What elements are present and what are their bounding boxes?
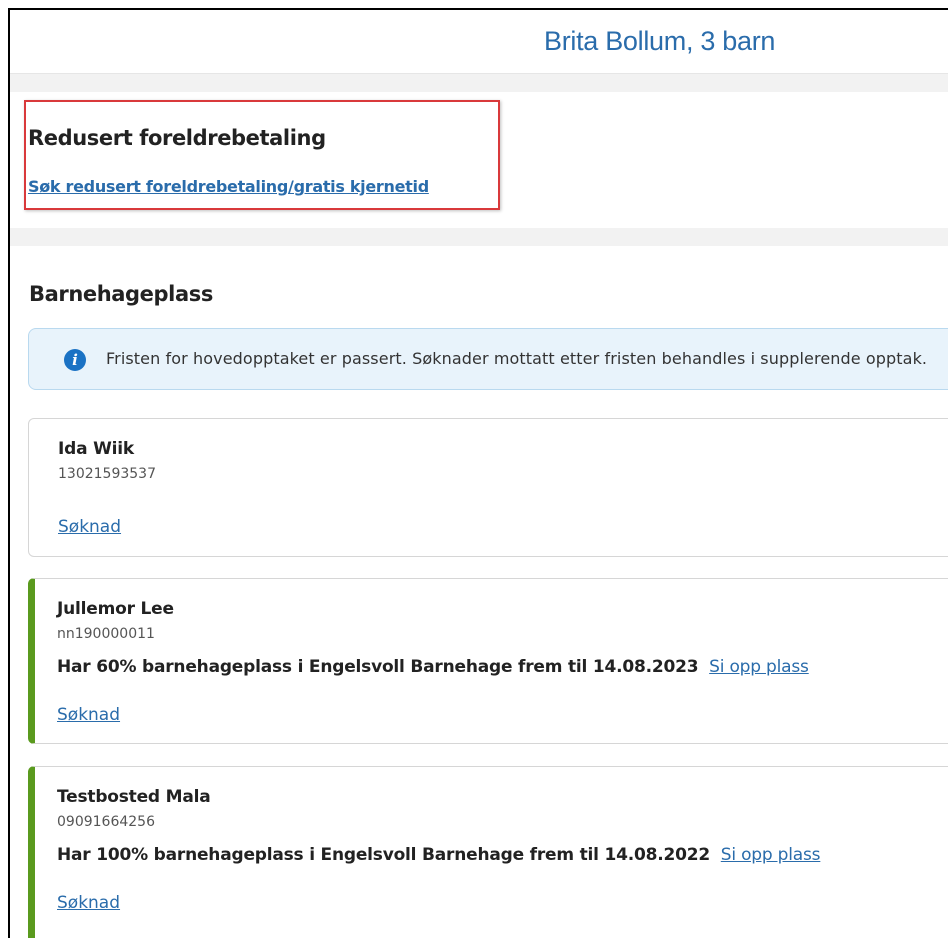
header: Brita Bollum, 3 barn — [10, 10, 948, 74]
kindergarten-section-title: Barnehageplass — [29, 282, 213, 306]
child-id: nn190000011 — [57, 626, 155, 642]
child-name: Ida Wiik — [58, 439, 134, 459]
placement-status: Har 60% barnehageplass i Engelsvoll Barn… — [57, 657, 809, 677]
terminate-placement-link[interactable]: Si opp plass — [709, 657, 809, 677]
child-card: Jullemor Lee nn190000011 Har 60% barneha… — [28, 578, 948, 744]
page-frame: Brita Bollum, 3 barn Redusert foreldrebe… — [8, 8, 948, 938]
section-divider — [10, 228, 948, 246]
reduced-payment-title: Redusert foreldrebetaling — [28, 126, 326, 150]
child-id: 09091664256 — [57, 814, 155, 830]
placement-text: Har 100% barnehageplass i Engelsvoll Bar… — [57, 845, 711, 865]
terminate-placement-link[interactable]: Si opp plass — [721, 845, 821, 865]
child-name: Jullemor Lee — [57, 599, 174, 619]
child-name: Testbosted Mala — [57, 787, 211, 807]
placement-status: Har 100% barnehageplass i Engelsvoll Bar… — [57, 845, 821, 865]
child-id: 13021593537 — [58, 466, 156, 482]
info-alert: i Fristen for hovedopptaket er passert. … — [28, 328, 948, 390]
child-card: Testbosted Mala 09091664256 Har 100% bar… — [28, 766, 948, 938]
child-card: Ida Wiik 13021593537 Søknad — [28, 418, 948, 557]
application-link[interactable]: Søknad — [57, 705, 120, 725]
info-icon: i — [64, 349, 86, 371]
placement-text: Har 60% barnehageplass i Engelsvoll Barn… — [57, 657, 699, 677]
application-link[interactable]: Søknad — [58, 517, 121, 537]
section-divider — [10, 74, 948, 92]
page-title: Brita Bollum, 3 barn — [544, 26, 776, 56]
info-alert-text: Fristen for hovedopptaket er passert. Sø… — [106, 349, 928, 368]
reduced-payment-section: Redusert foreldrebetaling Søk redusert f… — [10, 92, 948, 228]
application-link[interactable]: Søknad — [57, 893, 120, 913]
apply-reduced-payment-link[interactable]: Søk redusert foreldrebetaling/gratis kje… — [28, 177, 429, 196]
